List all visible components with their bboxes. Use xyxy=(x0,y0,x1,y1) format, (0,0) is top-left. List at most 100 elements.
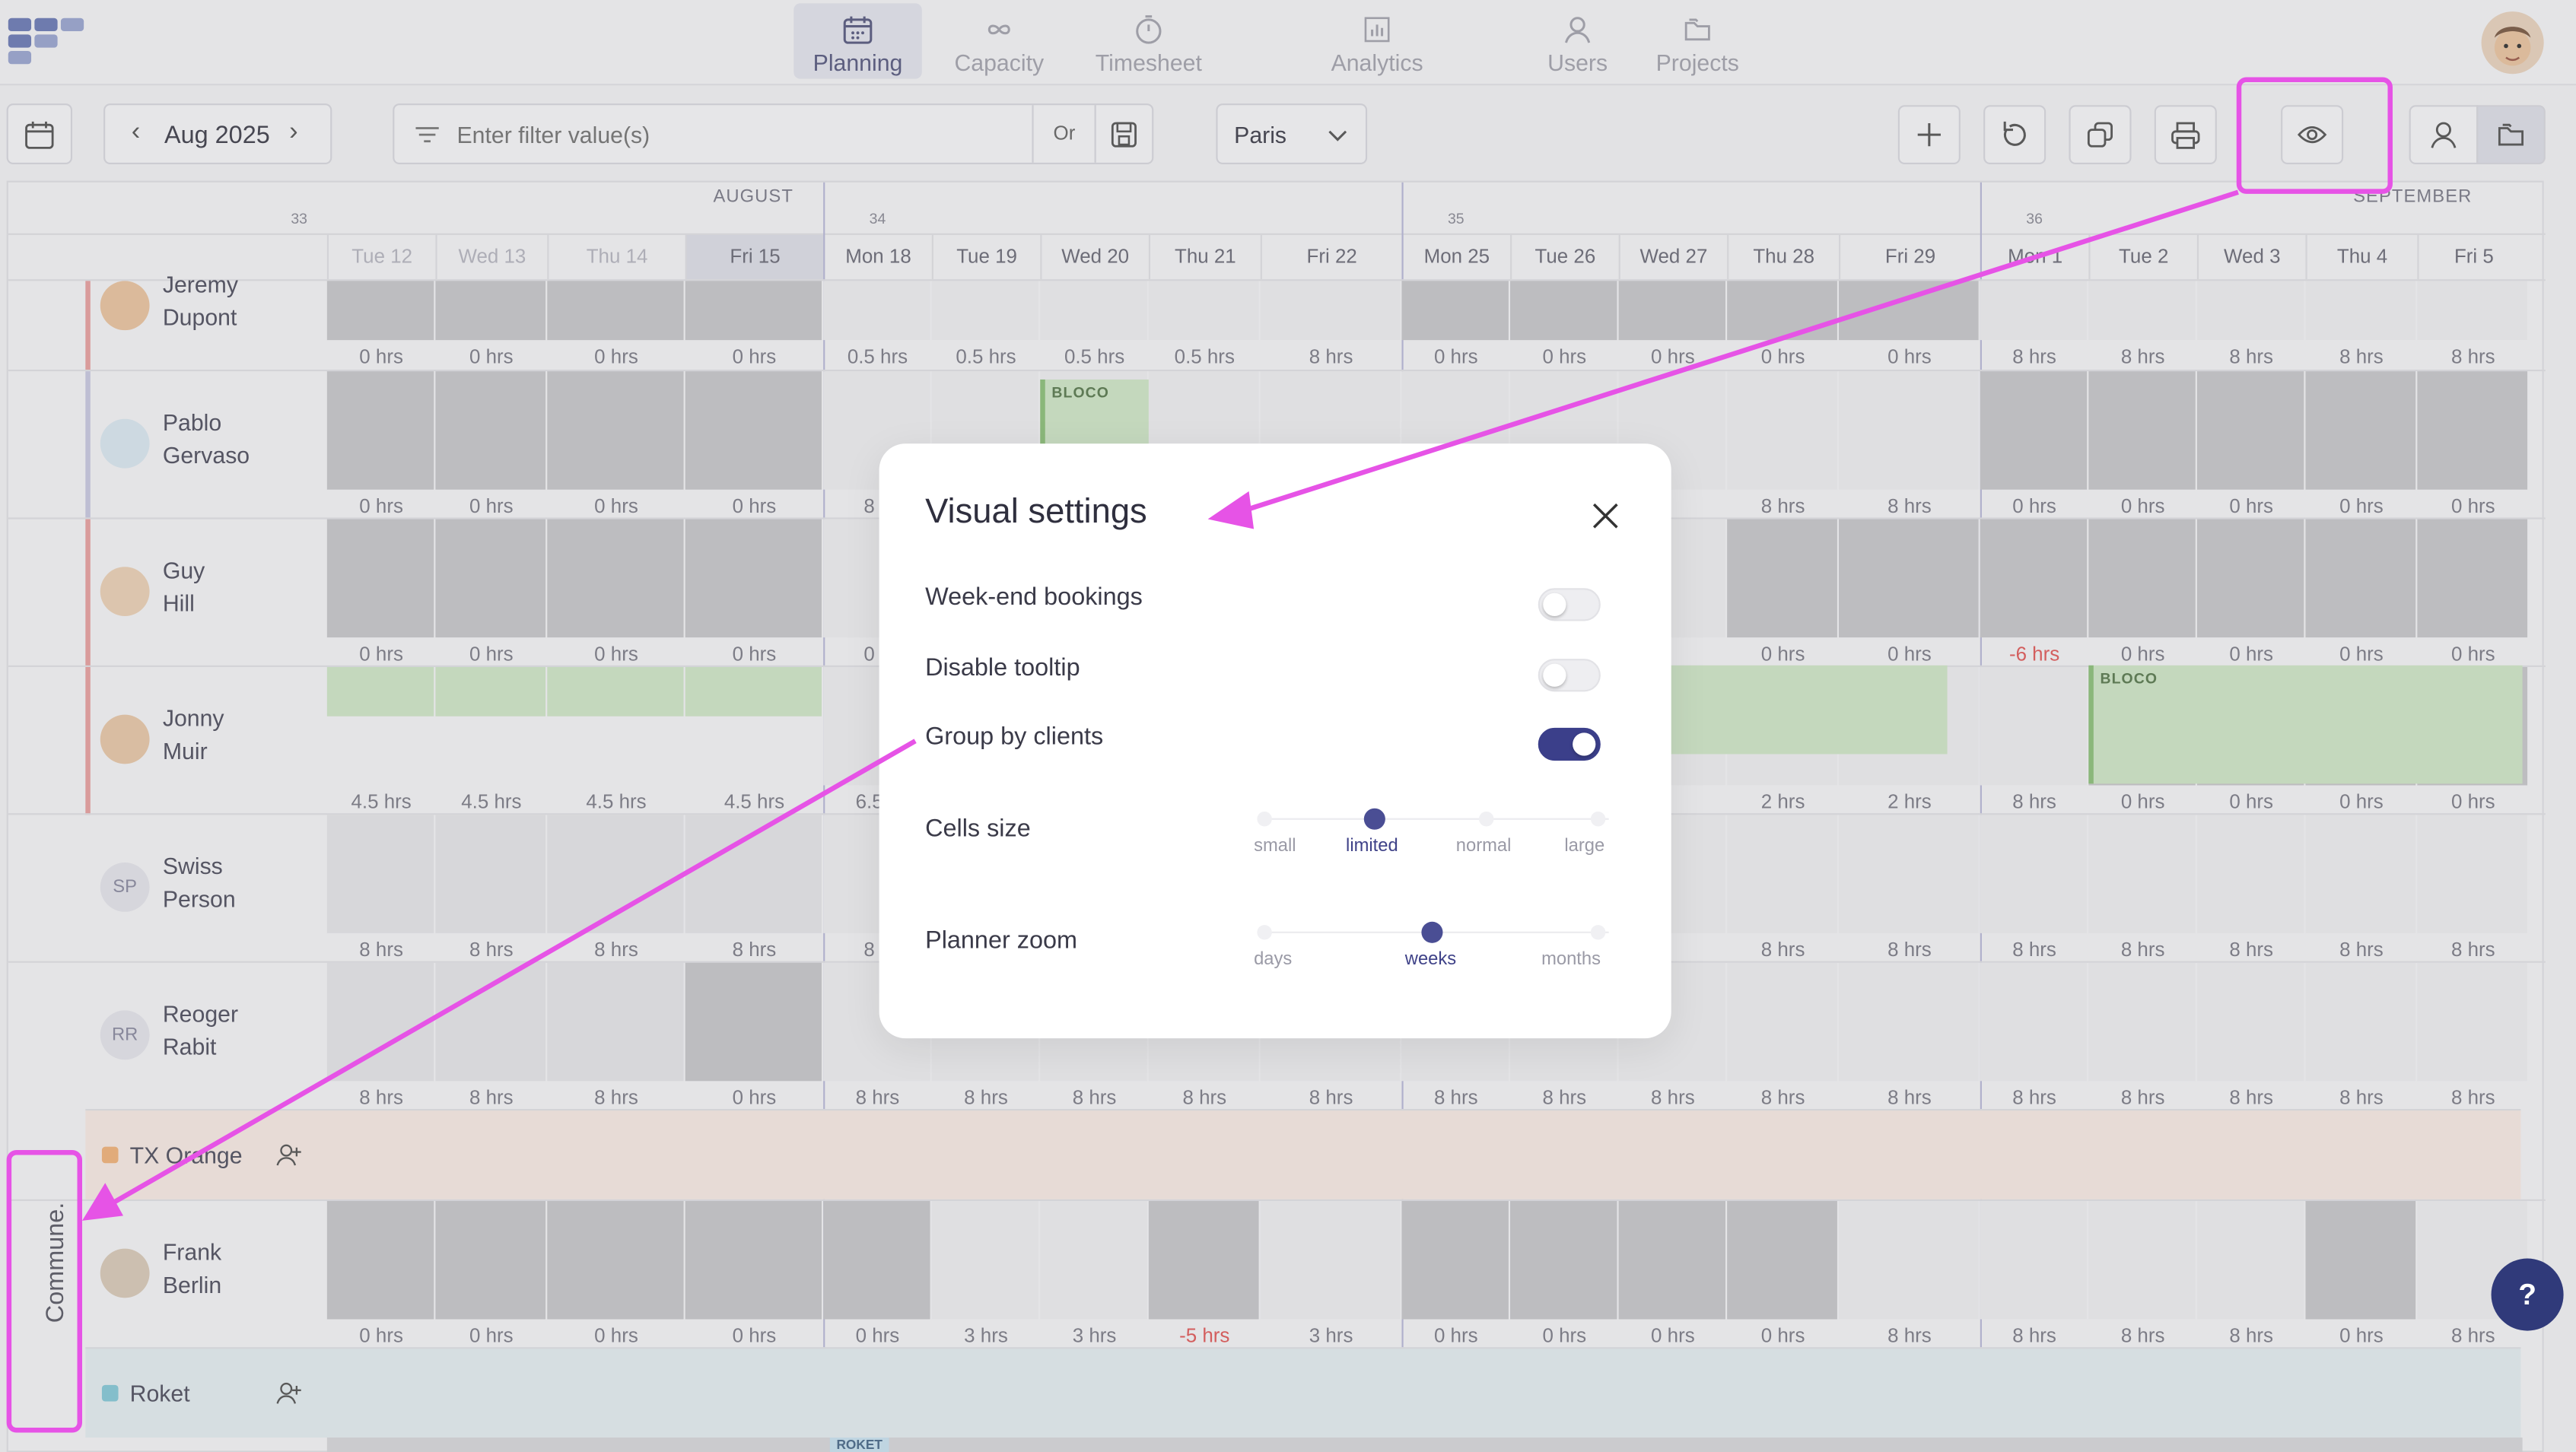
day-cell[interactable] xyxy=(685,371,822,490)
cells-size-option[interactable]: normal xyxy=(1456,836,1512,856)
day-cell[interactable] xyxy=(1839,281,1979,341)
person-name[interactable]: Pablo Gervaso xyxy=(163,406,250,472)
day-cell[interactable] xyxy=(435,371,546,490)
day-cell[interactable] xyxy=(326,371,434,490)
day-cell[interactable] xyxy=(547,519,684,638)
person-name[interactable]: Frank Berlin xyxy=(163,1235,221,1301)
day-cell[interactable] xyxy=(1839,519,1979,638)
day-cell[interactable] xyxy=(1727,371,1837,490)
day-cell[interactable] xyxy=(2196,962,2304,1082)
day-cell[interactable] xyxy=(326,281,434,341)
person-name[interactable]: Jonny Muir xyxy=(163,701,224,767)
save-icon[interactable] xyxy=(1108,119,1140,151)
day-cell[interactable] xyxy=(2305,1200,2416,1320)
day-cell[interactable] xyxy=(2305,519,2416,638)
day-cell[interactable] xyxy=(2196,371,2304,490)
disable-tooltip-toggle[interactable] xyxy=(1538,659,1601,692)
day-cell[interactable] xyxy=(2196,519,2304,638)
nav-projects[interactable]: Projects xyxy=(1633,3,1761,78)
day-cell[interactable] xyxy=(685,962,822,1082)
nav-capacity[interactable]: Capacity xyxy=(935,3,1063,78)
booking-bar[interactable]: BLOCO xyxy=(2088,665,2523,784)
day-cell[interactable] xyxy=(1260,281,1401,341)
day-cell[interactable] xyxy=(1727,281,1837,341)
month-label[interactable]: Aug 2025 xyxy=(164,122,270,150)
day-cell[interactable] xyxy=(1980,519,2088,638)
planner-zoom-option[interactable]: weeks xyxy=(1405,949,1456,969)
day-cell[interactable] xyxy=(1839,1200,1979,1320)
day-cell[interactable] xyxy=(1510,281,1617,341)
day-cell[interactable] xyxy=(1980,666,2088,786)
day-cell[interactable] xyxy=(1980,962,2088,1082)
planner-zoom-option[interactable]: months xyxy=(1541,949,1601,969)
day-cell[interactable] xyxy=(2417,962,2528,1082)
day-cell[interactable] xyxy=(2196,1200,2304,1320)
today-button[interactable] xyxy=(6,103,73,165)
add-user-icon[interactable] xyxy=(275,1140,304,1178)
day-cell[interactable] xyxy=(685,1200,822,1320)
add-button[interactable] xyxy=(1897,105,1961,165)
day-cell[interactable] xyxy=(1839,371,1979,490)
or-toggle[interactable]: Or xyxy=(1054,122,1076,145)
day-cell[interactable] xyxy=(1148,281,1259,341)
day-cell[interactable] xyxy=(1727,962,1837,1082)
weekend-bookings-toggle[interactable] xyxy=(1538,588,1601,621)
day-cell[interactable] xyxy=(326,962,434,1082)
day-cell[interactable] xyxy=(1618,1200,1725,1320)
day-cell[interactable] xyxy=(547,962,684,1082)
client-group-row[interactable]: Roket xyxy=(85,1347,2521,1438)
day-cell[interactable] xyxy=(2305,281,2416,341)
day-cell[interactable] xyxy=(2088,1200,2196,1320)
day-cell[interactable] xyxy=(1980,815,2088,933)
day-cell[interactable] xyxy=(547,281,684,341)
print-button[interactable] xyxy=(2154,105,2217,165)
day-cell[interactable] xyxy=(1727,815,1837,933)
nav-timesheet[interactable]: Timesheet xyxy=(1085,3,1213,78)
view-by-users-button[interactable] xyxy=(2409,105,2479,165)
day-cell[interactable] xyxy=(823,281,930,341)
refresh-button[interactable] xyxy=(1983,105,2046,165)
day-cell[interactable] xyxy=(435,815,546,933)
user-avatar[interactable] xyxy=(2481,11,2544,75)
day-cell[interactable] xyxy=(326,815,434,933)
day-cell[interactable] xyxy=(931,281,1039,341)
timezone-select[interactable]: Paris xyxy=(1216,103,1368,165)
day-cell[interactable] xyxy=(1148,1200,1259,1320)
day-cell[interactable] xyxy=(931,1200,1039,1320)
day-cell[interactable] xyxy=(1727,1200,1837,1320)
day-cell[interactable] xyxy=(547,371,684,490)
day-cell[interactable] xyxy=(2417,815,2528,933)
cells-size-slider[interactable]: small limited normal large xyxy=(1254,805,1619,870)
day-cell[interactable] xyxy=(2305,815,2416,933)
day-cell[interactable] xyxy=(435,519,546,638)
cells-size-option[interactable]: limited xyxy=(1346,836,1398,856)
help-button[interactable]: ? xyxy=(2491,1258,2564,1331)
day-cell[interactable] xyxy=(685,815,822,933)
add-user-icon[interactable] xyxy=(275,1378,304,1416)
day-cell[interactable] xyxy=(1980,281,2088,341)
day-cell[interactable] xyxy=(2088,815,2196,933)
day-cell[interactable] xyxy=(435,281,546,341)
day-cell[interactable] xyxy=(1401,1200,1509,1320)
day-cell[interactable] xyxy=(1980,371,2088,490)
day-cell[interactable] xyxy=(547,1200,684,1320)
day-cell[interactable] xyxy=(2305,962,2416,1082)
planner-zoom-option[interactable]: days xyxy=(1254,949,1292,969)
filter-input[interactable] xyxy=(456,116,1016,153)
day-cell[interactable] xyxy=(435,962,546,1082)
chevron-left-icon[interactable]: ‹ xyxy=(132,119,141,148)
day-cell[interactable] xyxy=(1839,962,1979,1082)
visual-settings-button[interactable] xyxy=(2281,105,2344,165)
nav-users[interactable]: Users xyxy=(1513,3,1641,78)
day-cell[interactable] xyxy=(2088,962,2196,1082)
day-cell[interactable] xyxy=(2417,371,2528,490)
day-cell[interactable] xyxy=(2196,815,2304,933)
day-cell[interactable] xyxy=(2088,281,2196,341)
day-cell[interactable] xyxy=(1040,1200,1147,1320)
day-cell[interactable] xyxy=(685,666,822,716)
day-cell[interactable] xyxy=(2417,519,2528,638)
day-cell[interactable] xyxy=(547,815,684,933)
day-cell[interactable] xyxy=(1510,1200,1617,1320)
close-icon[interactable] xyxy=(1589,500,1622,532)
day-cell[interactable] xyxy=(1401,281,1509,341)
